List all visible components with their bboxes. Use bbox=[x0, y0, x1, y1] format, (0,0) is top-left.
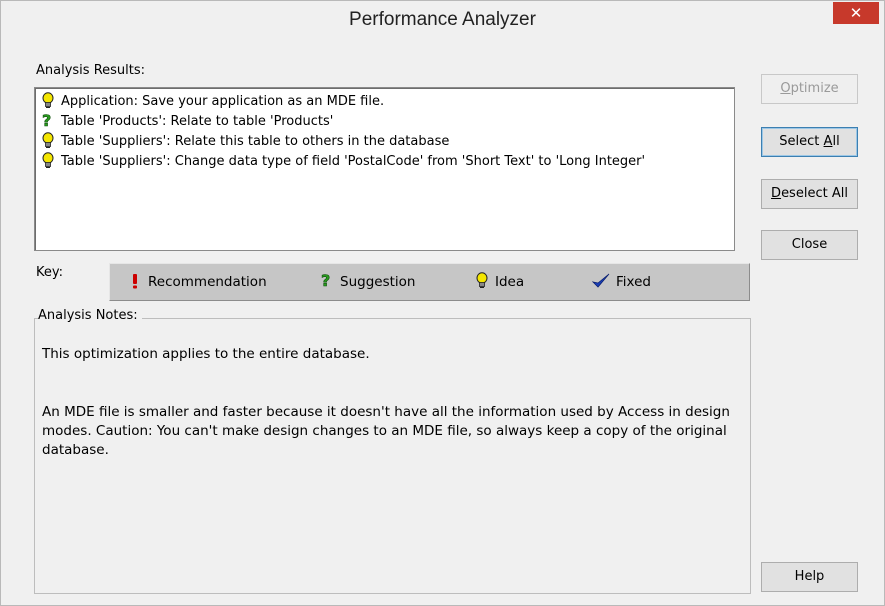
suggestion-icon: ? bbox=[42, 112, 52, 130]
window-title: Performance Analyzer bbox=[349, 9, 536, 30]
list-item[interactable]: Table 'Suppliers': Relate this table to … bbox=[41, 131, 450, 152]
help-button[interactable]: Help bbox=[761, 562, 858, 592]
key-legend-bar: Recommendation ? Suggestion Idea Fixed bbox=[109, 263, 750, 301]
list-item[interactable]: Application: Save your application as an… bbox=[41, 91, 385, 112]
key-idea: Idea bbox=[475, 272, 524, 292]
svg-text:?: ? bbox=[42, 112, 51, 130]
key-suggestion: ? Suggestion bbox=[321, 272, 416, 290]
result-text: Table 'Products': Relate to table 'Produ… bbox=[61, 114, 334, 129]
idea-icon bbox=[42, 131, 54, 148]
suggestion-icon: ? bbox=[321, 272, 331, 290]
notes-paragraph: An MDE file is smaller and faster becaus… bbox=[42, 404, 730, 458]
result-text: Table 'Suppliers': Change data type of f… bbox=[61, 154, 646, 169]
optimize-button[interactable]: Optimize bbox=[761, 74, 858, 104]
fixed-checkmark-icon bbox=[592, 273, 610, 288]
analysis-notes-label: Analysis Notes: bbox=[38, 308, 142, 323]
select-all-button[interactable]: Select All bbox=[761, 127, 858, 157]
performance-analyzer-window: Performance Analyzer ✕ Analysis Results:… bbox=[0, 0, 885, 606]
close-button[interactable]: Close bbox=[761, 230, 858, 260]
recommendation-icon bbox=[133, 274, 137, 289]
key-label: Key: bbox=[36, 265, 64, 280]
analysis-results-label: Analysis Results: bbox=[36, 63, 146, 78]
list-item[interactable]: ? Table 'Products': Relate to table 'Prod… bbox=[41, 112, 334, 132]
key-recommendation: Recommendation bbox=[128, 272, 267, 292]
key-fixed: Fixed bbox=[592, 272, 651, 292]
result-text: Application: Save your application as an… bbox=[61, 94, 385, 109]
idea-icon bbox=[476, 272, 488, 288]
result-text: Table 'Suppliers': Relate this table to … bbox=[61, 134, 450, 149]
analysis-results-list[interactable]: Application: Save your application as an… bbox=[34, 87, 735, 251]
notes-paragraph: This optimization applies to the entire … bbox=[42, 346, 370, 362]
deselect-all-button[interactable]: Deselect All bbox=[761, 179, 858, 209]
idea-icon bbox=[42, 151, 54, 168]
idea-icon bbox=[42, 91, 54, 108]
title-bar: Performance Analyzer ✕ bbox=[1, 1, 884, 40]
close-window-button[interactable]: ✕ bbox=[833, 2, 879, 24]
svg-text:?: ? bbox=[321, 272, 330, 290]
list-item[interactable]: Table 'Suppliers': Change data type of f… bbox=[41, 151, 646, 172]
